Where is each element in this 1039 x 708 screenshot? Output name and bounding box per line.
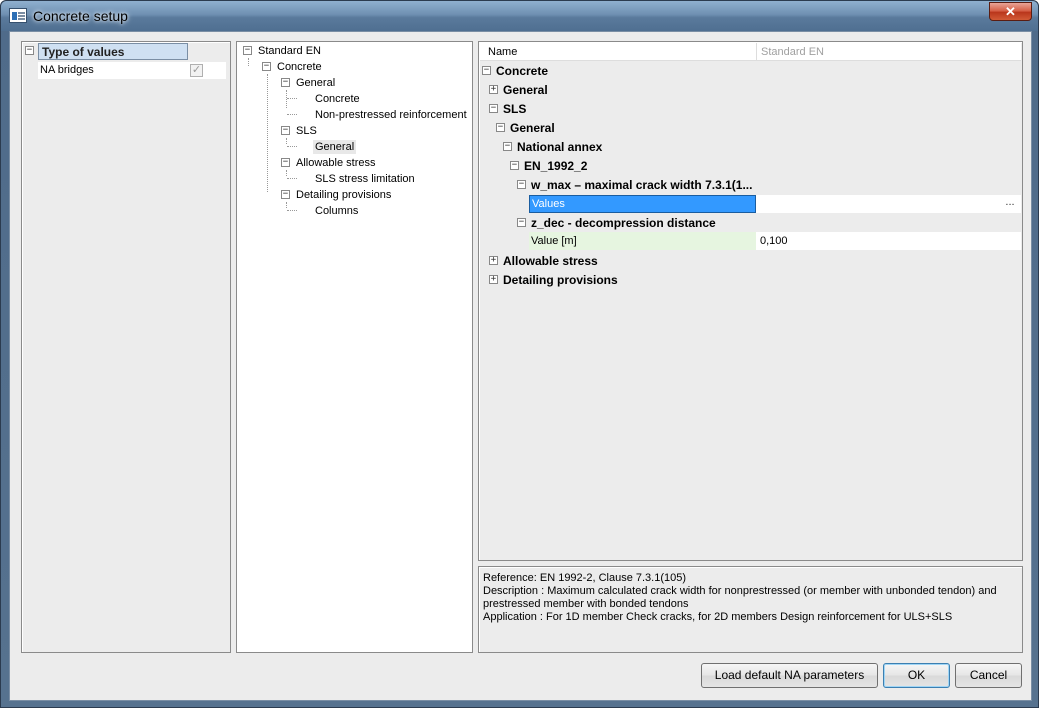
navigation-tree: − Standard EN − Concrete − General Concr… (236, 41, 473, 653)
close-button[interactable]: ✕ (989, 2, 1032, 21)
tree-item-sls-stress-limitation[interactable]: SLS stress limitation (315, 172, 415, 186)
grid-row-concrete[interactable]: Concrete (496, 63, 548, 79)
tree-item-allowable-stress[interactable]: Allowable stress (296, 156, 375, 170)
reference-text: Reference: EN 1992-2, Clause 7.3.1(105) (483, 572, 687, 584)
expand-icon[interactable]: + (489, 275, 498, 284)
collapse-icon[interactable]: − (489, 104, 498, 113)
collapse-icon[interactable]: − (25, 46, 34, 55)
grid-row-en-1992-2[interactable]: EN_1992_2 (524, 158, 587, 174)
na-bridges-checkbox[interactable]: ✓ (190, 64, 203, 77)
values-property-value[interactable] (756, 195, 1021, 213)
title-bar[interactable]: Concrete setup ✕ (1, 1, 1038, 31)
load-default-na-button[interactable]: Load default NA parameters (701, 663, 878, 688)
cancel-button[interactable]: Cancel (955, 663, 1022, 688)
collapse-icon[interactable]: − (496, 123, 505, 132)
column-header-name[interactable]: Name (488, 46, 517, 58)
dialog-client-area: − Type of values NA bridges ✓ − Standard… (9, 31, 1032, 701)
collapse-icon[interactable]: − (281, 158, 290, 167)
collapse-icon[interactable]: − (281, 78, 290, 87)
grid-row-allowable-stress[interactable]: Allowable stress (503, 253, 598, 269)
description-text-continued: prestressed member with bonded tendons (483, 598, 689, 610)
collapse-icon[interactable]: − (503, 142, 512, 151)
collapse-icon[interactable]: − (243, 46, 252, 55)
collapse-icon[interactable]: − (281, 126, 290, 135)
tree-item-columns[interactable]: Columns (315, 204, 358, 218)
tree-item-sls[interactable]: SLS (296, 124, 317, 138)
property-grid: Name Standard EN − Concrete + General − … (478, 41, 1023, 561)
collapse-icon[interactable]: − (517, 180, 526, 189)
expand-icon[interactable]: + (489, 85, 498, 94)
tree-item-concrete-sub[interactable]: Concrete (315, 92, 360, 106)
grid-row-sls[interactable]: SLS (503, 101, 526, 117)
column-header-value[interactable]: Standard EN (761, 46, 824, 58)
grid-row-w-max[interactable]: w_max – maximal crack width 7.3.1(1... (531, 177, 752, 193)
grid-row-z-dec[interactable]: z_dec - decompression distance (531, 215, 716, 231)
tree-item-general[interactable]: General (296, 76, 335, 90)
dialog-window: Concrete setup ✕ − Type of values NA bri… (0, 0, 1039, 708)
tree-item-standard-en[interactable]: Standard EN (258, 44, 321, 58)
type-of-values-panel: − Type of values NA bridges ✓ (21, 41, 231, 653)
expand-icon[interactable]: + (489, 256, 498, 265)
tree-item-concrete[interactable]: Concrete (277, 60, 322, 74)
values-ellipsis-button[interactable]: ... (1001, 196, 1019, 212)
app-icon (9, 8, 27, 23)
description-panel: Reference: EN 1992-2, Clause 7.3.1(105) … (478, 566, 1023, 653)
window-title: Concrete setup (33, 8, 128, 24)
tree-item-non-prestressed-reinforcement[interactable]: Non-prestressed reinforcement (315, 108, 467, 122)
grid-row-sls-general[interactable]: General (510, 120, 555, 136)
type-of-values-header: Type of values (38, 43, 188, 60)
value-m-input[interactable]: 0,100 (756, 232, 1021, 250)
grid-row-detailing-provisions[interactable]: Detailing provisions (503, 272, 618, 288)
value-m-label: Value [m] (529, 232, 756, 250)
tree-item-detailing-provisions[interactable]: Detailing provisions (296, 188, 391, 202)
collapse-icon[interactable]: − (281, 190, 290, 199)
property-grid-header: Name Standard EN (480, 43, 1021, 61)
collapse-icon[interactable]: − (482, 66, 491, 75)
collapse-icon[interactable]: − (517, 218, 526, 227)
collapse-icon[interactable]: − (510, 161, 519, 170)
application-text: Application : For 1D member Check cracks… (483, 611, 953, 623)
collapse-icon[interactable]: − (262, 62, 271, 71)
grid-row-general[interactable]: General (503, 82, 548, 98)
grid-row-national-annex[interactable]: National annex (517, 139, 602, 155)
checkmark-icon: ✓ (191, 64, 202, 76)
ok-button[interactable]: OK (883, 663, 950, 688)
close-icon: ✕ (1005, 4, 1016, 19)
description-text: Description : Maximum calculated crack w… (483, 585, 997, 597)
values-property-cell[interactable]: Values (529, 195, 756, 213)
tree-item-sls-general[interactable]: General (313, 140, 357, 154)
